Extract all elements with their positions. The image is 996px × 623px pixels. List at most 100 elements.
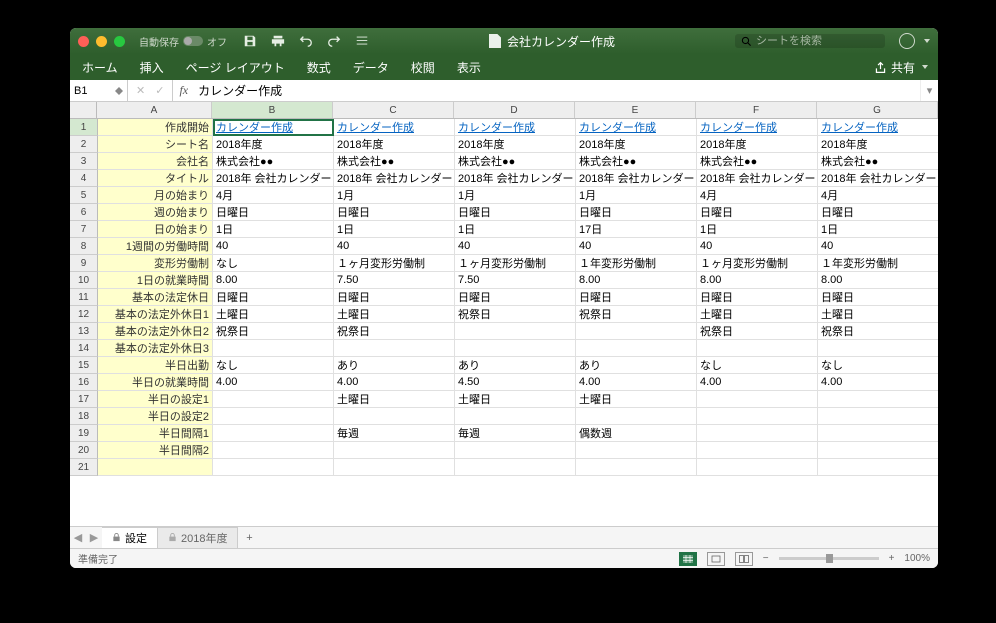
hyperlink[interactable]: カレンダー作成 [700, 119, 777, 135]
cell[interactable]: 毎週 [455, 425, 576, 442]
cell[interactable]: 半日の設定1 [98, 391, 213, 408]
cell[interactable]: 2018年 会社カレンダー [818, 170, 938, 187]
cell[interactable]: 4.00 [213, 374, 334, 391]
cell[interactable]: カレンダー作成 [334, 119, 455, 136]
cell[interactable]: 日曜日 [818, 289, 938, 306]
cell[interactable] [697, 459, 818, 476]
tab-home[interactable]: ホーム [80, 56, 120, 79]
search-input[interactable] [756, 35, 876, 47]
close-button[interactable] [78, 36, 89, 47]
cell[interactable]: 40 [455, 238, 576, 255]
hyperlink[interactable]: カレンダー作成 [216, 119, 293, 135]
cell[interactable] [213, 340, 334, 357]
save-icon[interactable] [243, 34, 257, 48]
formula-input[interactable]: カレンダー作成 [194, 82, 920, 99]
tab-view[interactable]: 表示 [455, 56, 483, 79]
cell[interactable] [576, 442, 697, 459]
tab-formulas[interactable]: 数式 [305, 56, 333, 79]
cell[interactable] [576, 323, 697, 340]
print-icon[interactable] [271, 34, 285, 48]
cell[interactable] [334, 340, 455, 357]
cell[interactable] [697, 408, 818, 425]
cell[interactable]: 2018年度 [213, 136, 334, 153]
cell[interactable]: 基本の法定外休日3 [98, 340, 213, 357]
cell[interactable] [576, 408, 697, 425]
cell[interactable]: １ヶ月変形労働制 [455, 255, 576, 272]
cell[interactable]: 1日の就業時間 [98, 272, 213, 289]
row-header[interactable]: 17 [70, 391, 98, 408]
cell[interactable] [697, 340, 818, 357]
cell[interactable]: 2018年 会社カレンダー [576, 170, 697, 187]
share-button[interactable]: 共有 [874, 59, 928, 76]
cell[interactable]: 1日 [697, 221, 818, 238]
cell[interactable]: 変形労働制 [98, 255, 213, 272]
cell[interactable]: 2018年 会社カレンダー [334, 170, 455, 187]
cell[interactable]: 7.50 [455, 272, 576, 289]
col-header-D[interactable]: D [454, 102, 575, 118]
cell[interactable]: 日曜日 [576, 289, 697, 306]
cell[interactable]: 1日 [213, 221, 334, 238]
qat-customize-icon[interactable] [355, 34, 369, 48]
cell[interactable]: 1月 [576, 187, 697, 204]
cell[interactable]: 4月 [818, 187, 938, 204]
cell[interactable]: １年変形労働制 [576, 255, 697, 272]
cell[interactable]: 月の始まり [98, 187, 213, 204]
cell[interactable]: 2018年度 [697, 136, 818, 153]
cell[interactable]: 半日間隔1 [98, 425, 213, 442]
row-header[interactable]: 21 [70, 459, 98, 476]
maximize-button[interactable] [114, 36, 125, 47]
row-header[interactable]: 1 [70, 119, 98, 136]
cell[interactable]: 2018年度 [576, 136, 697, 153]
row-header[interactable]: 11 [70, 289, 98, 306]
cell[interactable]: 17日 [576, 221, 697, 238]
cell[interactable]: カレンダー作成 [818, 119, 938, 136]
cell[interactable]: 土曜日 [334, 391, 455, 408]
cell[interactable]: 祝祭日 [576, 306, 697, 323]
cell[interactable] [455, 340, 576, 357]
cell[interactable]: 祝祭日 [334, 323, 455, 340]
cell[interactable]: 土曜日 [697, 306, 818, 323]
cell[interactable]: 半日の就業時間 [98, 374, 213, 391]
select-all-corner[interactable] [70, 102, 97, 118]
cell[interactable]: 8.00 [697, 272, 818, 289]
cell[interactable]: 4月 [213, 187, 334, 204]
cell[interactable]: 日曜日 [576, 204, 697, 221]
cell[interactable] [213, 442, 334, 459]
cell[interactable]: 毎週 [334, 425, 455, 442]
cell[interactable]: 土曜日 [576, 391, 697, 408]
cell[interactable]: 土曜日 [818, 306, 938, 323]
row-header[interactable]: 3 [70, 153, 98, 170]
row-header[interactable]: 12 [70, 306, 98, 323]
cell[interactable] [818, 340, 938, 357]
cell[interactable]: 1日 [334, 221, 455, 238]
row-header[interactable]: 10 [70, 272, 98, 289]
hyperlink[interactable]: カレンダー作成 [821, 119, 898, 135]
undo-icon[interactable] [299, 34, 313, 48]
autosave-toggle[interactable]: 自動保存 オフ [139, 34, 227, 49]
cell[interactable] [213, 459, 334, 476]
cell[interactable] [818, 391, 938, 408]
col-header-E[interactable]: E [575, 102, 696, 118]
cell[interactable]: 日曜日 [697, 289, 818, 306]
cell[interactable]: 40 [334, 238, 455, 255]
cell[interactable]: 日曜日 [818, 204, 938, 221]
cell[interactable]: シート名 [98, 136, 213, 153]
row-header[interactable]: 16 [70, 374, 98, 391]
cell[interactable]: 4月 [697, 187, 818, 204]
cell[interactable]: 40 [213, 238, 334, 255]
zoom-out-button[interactable]: − [763, 553, 769, 564]
hyperlink[interactable]: カレンダー作成 [579, 119, 656, 135]
cell[interactable] [818, 459, 938, 476]
cell[interactable]: 株式会社●● [334, 153, 455, 170]
cell[interactable]: 40 [697, 238, 818, 255]
cell[interactable] [818, 408, 938, 425]
cell[interactable]: 4.00 [697, 374, 818, 391]
cell[interactable]: なし [213, 255, 334, 272]
autosave-switch[interactable] [183, 36, 203, 46]
add-sheet-button[interactable]: + [238, 532, 260, 544]
cell[interactable]: 1週間の労働時間 [98, 238, 213, 255]
cell[interactable]: 40 [818, 238, 938, 255]
cell[interactable]: 半日の設定2 [98, 408, 213, 425]
row-header[interactable]: 20 [70, 442, 98, 459]
cell[interactable]: 日の始まり [98, 221, 213, 238]
